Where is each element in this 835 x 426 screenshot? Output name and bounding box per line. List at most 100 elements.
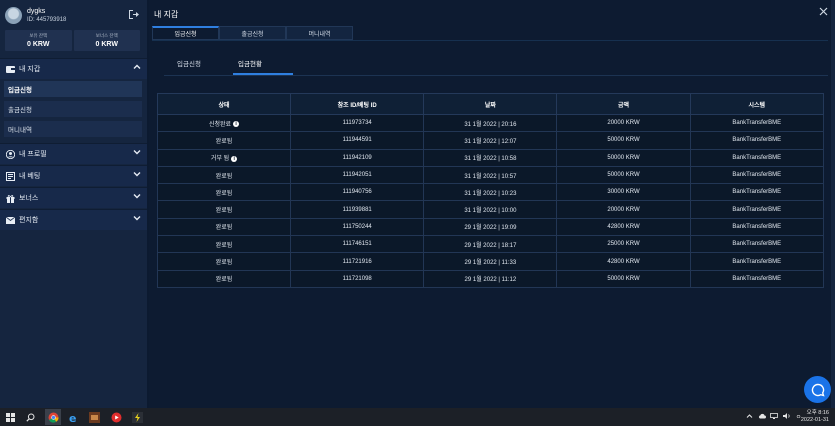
menu-bets-label: 내 베팅 [19,173,41,180]
status-cell-text: 완료됨 [215,260,233,267]
system-cell: BankTransferBME [689,269,825,288]
clock-date: 2022-01-31 [800,416,829,423]
sidebar-item-money-history[interactable]: 머니내역 [4,121,142,137]
lightning-app-icon[interactable] [131,411,143,423]
ref-id-cell: 111942051 [290,165,425,185]
system-tray[interactable]: ㅇ [746,412,804,421]
date-cell-text: 31 1월 2022 | 10:57 [464,173,517,180]
column-header-status[interactable]: 상태 [156,93,292,115]
status-cell: 완료됨 [156,165,292,185]
table-row: 완료됨 111939881 31 1월 2022 | 10:00 20000 KRW B… [156,200,825,219]
ref-id-cell: 111746151 [290,235,425,254]
system-cell-text: BankTransferBME [732,189,782,196]
bonus-balance-value: 0 KRW [95,41,118,48]
bet-icon [5,171,15,181]
search-icon[interactable] [24,411,36,423]
column-header-amount[interactable]: 금액 [556,93,691,115]
ref-id-cell-text: 111973734 [342,120,372,127]
chevron-down-icon[interactable] [133,170,141,180]
sidebar-item-deposit-label: 입금신청 [8,87,32,94]
svg-text:e: e [69,412,76,423]
system-cell-text: BankTransferBME [732,275,782,282]
tab-bar: 입금신청 출금신청 머니내역 [152,26,355,41]
column-header-ref-id[interactable]: 참조 ID/베팅 ID [290,93,425,115]
menu-inbox[interactable]: 편지함 [0,209,147,230]
chrome-icon[interactable] [45,409,61,425]
system-cell-text: BankTransferBME [732,241,782,248]
bonus-balance-label: 보너스 잔액 [95,33,118,38]
amount-cell: 50000 KRW [556,269,691,288]
info-icon[interactable]: i [233,121,240,128]
menu-profile[interactable]: 내 프로필 [0,143,147,164]
speaker-icon[interactable] [783,413,791,419]
ref-id-cell-text: 111721916 [342,258,372,265]
status-cell-text: 완료됨 [215,242,233,249]
column-header-date[interactable]: 날짜 [423,93,558,115]
edge-icon[interactable]: e [68,411,80,423]
menu-bets[interactable]: 내 베팅 [0,165,147,186]
subtab-bar: 입금신청 입금현황 [164,56,828,76]
amount-cell: 42800 KRW [556,217,691,237]
chevron-down-icon[interactable] [133,148,141,158]
subtab-deposit-request[interactable]: 입금신청 [177,58,201,68]
date-cell: 31 1월 2022 | 10:23 [423,183,558,202]
windows-start-icon[interactable] [4,411,16,423]
system-cell-text: BankTransferBME [732,206,782,213]
chevron-up-icon[interactable] [133,63,141,73]
date-cell: 29 1월 2022 | 11:33 [423,252,558,271]
sidebar-item-withdraw-label: 출금신청 [8,107,32,114]
column-header-system[interactable]: 시스템 [689,93,825,115]
amount-cell-text: 30000 KRW [607,189,640,196]
chevron-down-icon[interactable] [133,192,141,202]
tab-deposit[interactable]: 입금신청 [152,26,219,40]
gift-icon [5,193,15,203]
date-cell-text: 31 1월 2022 | 10:00 [464,208,517,215]
tray-arrow-icon[interactable] [746,413,753,419]
info-icon[interactable]: i [231,155,238,162]
user-profile: dygks ID: 445793918 [5,6,142,28]
system-cell: BankTransferBME [689,148,825,167]
cloud-icon[interactable] [758,413,766,419]
amount-cell-text: 42800 KRW [607,223,640,230]
amount-cell: 30000 KRW [556,183,691,202]
menu-bonus[interactable]: 보너스 [0,187,147,208]
table-row: 완료됨 111944591 31 1월 2022 | 12:07 50000 KRW B… [156,131,825,150]
status-cell-text: 신청완료 [208,121,232,128]
chat-button[interactable] [804,376,831,403]
tab-money-history[interactable]: 머니내역 [286,26,353,40]
game-app-icon[interactable] [88,411,100,423]
subtab-deposit-status[interactable]: 입금현황 [238,58,262,68]
ref-id-cell-text: 111721098 [342,275,372,282]
status-cell: 완료됨 [156,269,292,288]
bonus-balance: 보너스 잔액 0 KRW [73,30,140,51]
system-cell-text: BankTransferBME [732,223,782,230]
avatar[interactable] [5,7,22,24]
chevron-down-icon[interactable] [133,214,141,224]
sidebar-item-withdraw[interactable]: 출금신청 [4,101,142,117]
tab-divider [152,40,828,41]
clock[interactable]: 오후 8:16 2022-01-31 [801,410,829,423]
amount-cell: 25000 KRW [556,235,691,254]
media-player-icon[interactable] [110,411,122,423]
system-cell-text: BankTransferBME [732,258,782,265]
menu-wallet[interactable]: 내 지갑 [0,58,147,79]
system-cell: BankTransferBME [689,165,825,185]
sidebar-item-deposit[interactable]: 입금신청 [4,81,142,97]
system-cell: BankTransferBME [689,183,825,202]
table-row: 완료됨 111940756 31 1월 2022 | 10:23 30000 KRW B… [156,183,825,202]
scrollbar[interactable] [831,0,835,408]
table-row: 완료됨 111750244 29 1월 2022 | 19:09 42800 KRW B… [156,217,825,237]
amount-cell-text: 50000 KRW [607,275,640,282]
ref-id-cell: 111944591 [290,131,425,150]
amount-cell-text: 50000 KRW [607,172,640,179]
monitor-icon[interactable] [770,413,779,419]
ref-id-cell-text: 111940756 [342,189,372,196]
tab-withdraw[interactable]: 출금신청 [219,26,286,40]
close-icon[interactable] [819,7,828,19]
amount-cell-text: 20000 KRW [607,120,640,127]
ref-id-cell-text: 111942109 [342,154,372,161]
date-cell: 31 1월 2022 | 10:58 [423,148,558,167]
date-cell: 31 1월 2022 | 20:16 [423,113,558,133]
logout-icon[interactable] [128,9,140,21]
amount-cell: 50000 KRW [556,148,691,167]
